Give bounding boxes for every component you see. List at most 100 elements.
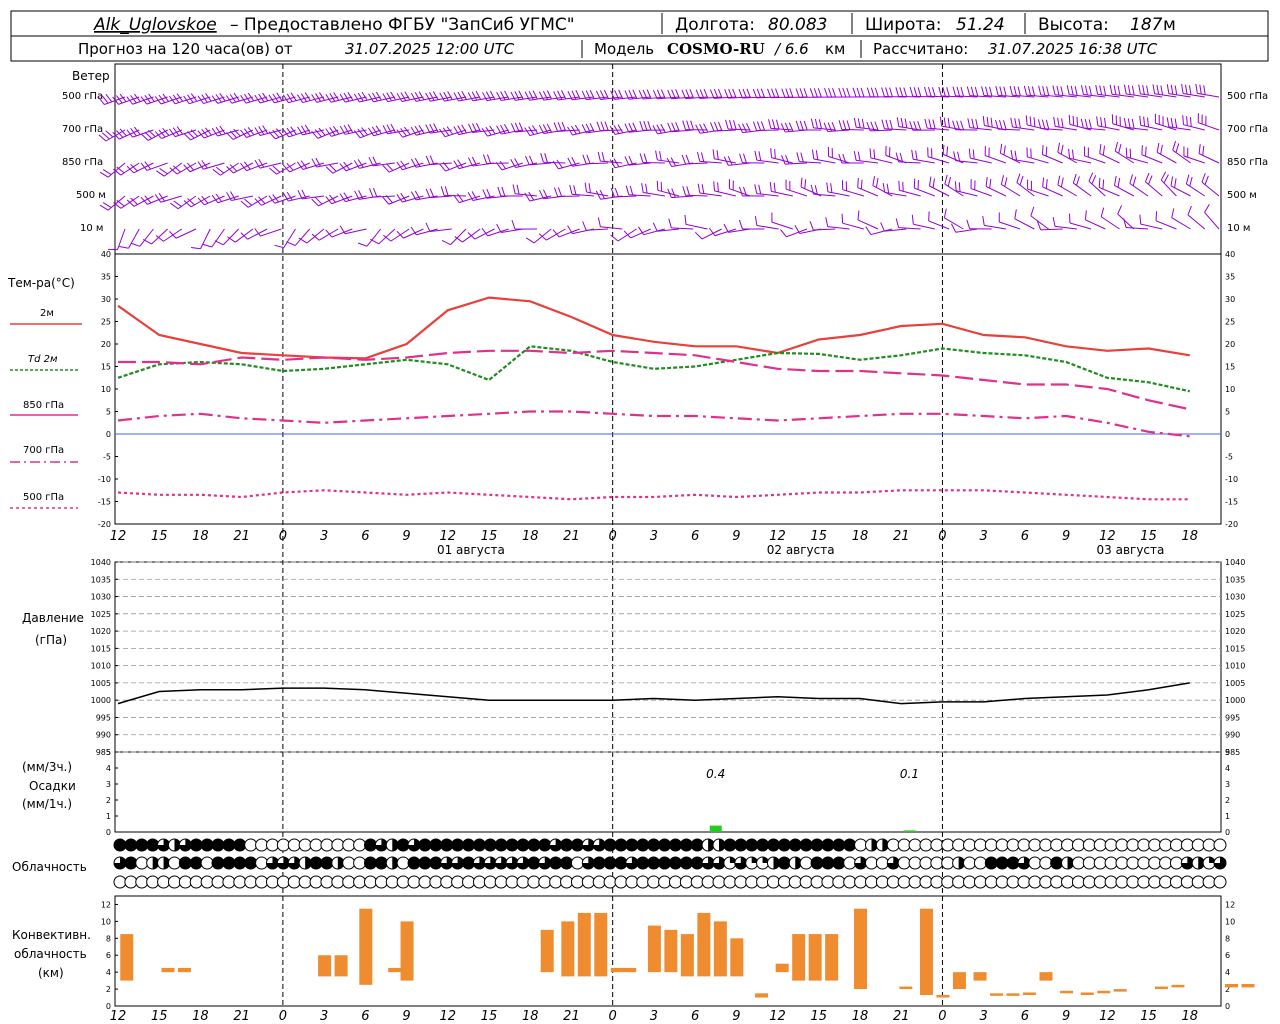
barb-feather <box>838 120 843 130</box>
barb-feather <box>943 117 947 127</box>
cloud-circle <box>516 875 530 889</box>
hour-label: 0 <box>938 529 946 544</box>
cloud-fill-full <box>680 839 693 851</box>
cloud-symbol <box>189 856 203 870</box>
cloud-fill-full <box>778 857 791 869</box>
barb-shaft <box>756 129 779 132</box>
barb-feather <box>1142 85 1145 95</box>
barb-feather <box>582 221 587 231</box>
barb-feather <box>429 91 435 101</box>
wind-barb-850hpa <box>126 162 154 174</box>
temp-series-700 гПа <box>117 410 1190 438</box>
cloud-fill-full <box>636 839 649 851</box>
cloud-symbol <box>407 875 421 889</box>
precip-tick-left: 3 <box>106 780 111 789</box>
cloud-circle <box>1071 856 1085 870</box>
cloud-circle <box>788 875 802 889</box>
precip-tick-left: 2 <box>106 796 111 805</box>
barb-feather <box>970 86 975 97</box>
cloud-symbol <box>886 875 900 889</box>
cloud-fill-full <box>669 857 682 869</box>
conv-bar <box>973 972 987 981</box>
cloud-symbol <box>832 838 846 852</box>
wind-barb-850hpa <box>226 162 254 174</box>
barb-feather <box>444 186 449 196</box>
conv-bar <box>952 972 966 990</box>
barb-feather <box>1152 84 1156 94</box>
cloud-circle <box>832 875 846 889</box>
barb-feather <box>1076 116 1079 127</box>
barb-feather <box>685 154 690 164</box>
barb-feather <box>895 87 900 97</box>
cloud-symbol <box>331 838 345 852</box>
cloud-circle <box>843 875 857 889</box>
barb-feather <box>586 154 591 164</box>
wind-barb-500m <box>154 193 182 203</box>
cloud-symbol <box>1050 838 1064 852</box>
barb-feather <box>1014 118 1017 128</box>
barb-feather <box>482 189 488 199</box>
barb-feather <box>597 151 601 162</box>
barb-feather <box>756 121 762 131</box>
cloud-fill-full <box>832 839 845 851</box>
cloud-fill-full <box>614 857 627 869</box>
wind-barb-700hpa <box>1037 119 1063 131</box>
wind-barb-850hpa <box>597 151 623 164</box>
wind-barb-10m <box>214 228 240 246</box>
hour-label-bottom: 12 <box>440 1009 457 1024</box>
conv-bar <box>318 955 332 977</box>
cloud-symbol <box>603 838 617 852</box>
barb-feather <box>671 122 676 132</box>
cloud-fill-full <box>418 839 431 851</box>
barb-feather <box>525 237 535 244</box>
wind-barb-700hpa <box>823 121 850 132</box>
barb-feather <box>1023 85 1028 96</box>
wind-barb-10m <box>567 225 595 235</box>
cloud-symbol <box>636 875 650 889</box>
cloud-symbol <box>472 856 486 870</box>
barb-feather <box>958 182 961 192</box>
cloud-circle <box>255 838 269 852</box>
barb-shaft <box>1126 227 1149 230</box>
wind-barb-700hpa <box>112 128 140 140</box>
cloud-fill-full <box>495 839 508 851</box>
wind-barb-500m <box>1145 172 1163 197</box>
barb-feather <box>771 88 776 98</box>
conv-bar <box>1241 984 1255 988</box>
barb-feather <box>1189 117 1192 127</box>
cloud-symbol <box>668 838 682 852</box>
barb-feather <box>1030 180 1032 191</box>
cloud-symbol <box>440 875 454 889</box>
cloud-symbol <box>516 856 530 870</box>
barb-shaft <box>813 193 836 197</box>
conv-bar <box>899 986 913 990</box>
cloud-symbol <box>712 838 726 852</box>
barb-feather <box>998 212 1000 222</box>
barb-shaft <box>1129 183 1149 197</box>
cloud-symbol <box>864 875 878 889</box>
barb-feather <box>827 122 833 132</box>
cloud-circle <box>1126 856 1140 870</box>
barb-feather <box>372 92 378 102</box>
cloud-circle <box>854 838 868 852</box>
cloud-symbol <box>244 838 258 852</box>
cloud-circle <box>1017 875 1031 889</box>
barb-feather <box>524 192 531 202</box>
conv-bar <box>177 967 191 973</box>
wind-barb-500m <box>211 193 239 204</box>
barb-feather <box>439 92 445 102</box>
cloud-symbol <box>418 838 432 852</box>
barb-feather <box>824 88 829 98</box>
barb-feather <box>1072 149 1075 160</box>
barb-feather <box>1068 148 1071 159</box>
barb-feather <box>803 120 808 131</box>
wind-barb-850hpa <box>353 159 381 169</box>
cloud-fill-full <box>484 839 497 851</box>
barb-feather <box>857 118 861 128</box>
barb-feather <box>1027 86 1032 96</box>
wind-barb-500m <box>882 182 907 197</box>
barb-feather <box>954 181 957 191</box>
barb-feather <box>532 90 538 100</box>
cloud-symbol <box>1061 875 1075 889</box>
barb-feather <box>514 122 520 132</box>
